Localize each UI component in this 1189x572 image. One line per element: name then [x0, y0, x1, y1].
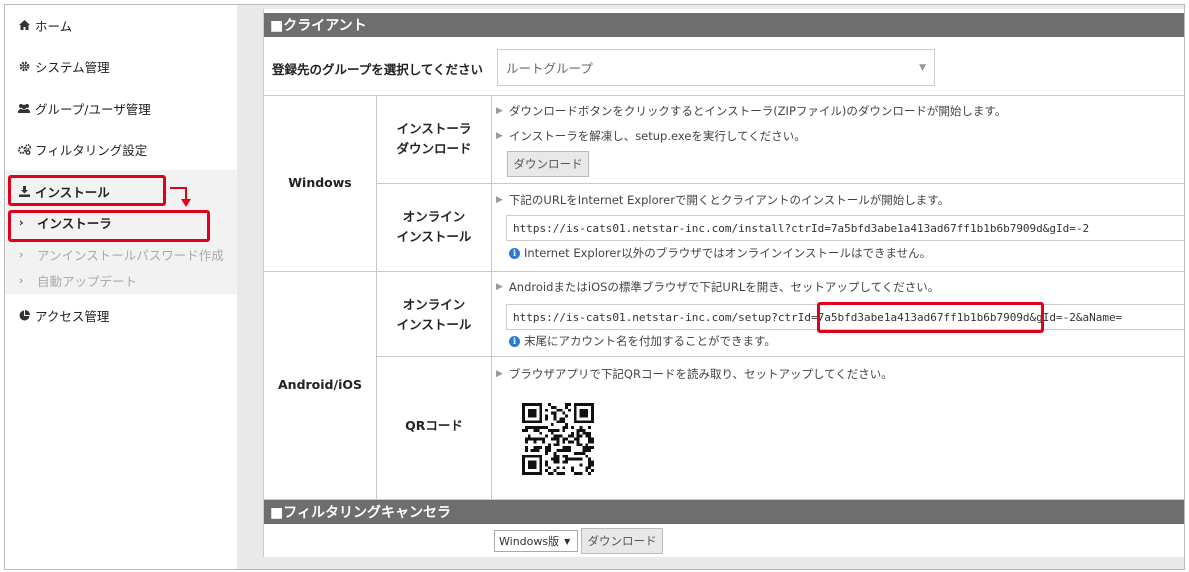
- title-line: インストール: [396, 229, 472, 244]
- group-select[interactable]: ルートグループ ▼: [497, 49, 935, 86]
- triangle-right-icon: ▶: [496, 369, 503, 379]
- hint-text: 下記のURLをInternet Explorerで開くとクライアントのインストー…: [508, 193, 950, 207]
- chevron-right-icon: ›: [19, 247, 24, 261]
- sidebar-item-system[interactable]: システム管理: [5, 46, 237, 86]
- hint-text: AndroidまたはiOSの標準ブラウザで下記URLを開き、セットアップしてくだ…: [508, 280, 940, 294]
- main-area: ■クライアント 登録先のグループを選択してください ルートグループ ▼ Wind…: [237, 5, 1184, 569]
- triangle-right-icon: ▶: [496, 106, 503, 116]
- divider: [491, 95, 492, 499]
- info-icon: i: [509, 335, 520, 347]
- qr-code-image: [522, 403, 594, 475]
- info-icon: i: [509, 247, 520, 259]
- sidebar: ホーム システム管理 グループ/ユーザ管理 フィルタリング設定 › インストーラ: [5, 5, 237, 569]
- content-panel: ■クライアント 登録先のグループを選択してください ルートグループ ▼ Wind…: [263, 9, 1184, 557]
- installer-download-title: インストーラ ダウンロード: [377, 119, 491, 159]
- mobile-install-note: i 末尾にアカウント名を付加することができます。: [509, 333, 776, 349]
- os-select[interactable]: Windows版 ▼: [494, 530, 578, 552]
- sidebar-item-filtering[interactable]: フィルタリング設定: [5, 129, 237, 169]
- hint-text: ブラウザアプリで下記QRコードを読み取り、セットアップしてください。: [508, 367, 893, 381]
- sidebar-subitem-label: 自動アップデート: [37, 273, 138, 289]
- android-ios-label: Android/iOS: [278, 377, 362, 392]
- sidebar-item-label: フィルタリング設定: [35, 142, 148, 158]
- mobile-online-install-title: オンライン インストール: [377, 295, 491, 335]
- title-line: インストール: [396, 317, 472, 332]
- triangle-right-icon: ▶: [496, 131, 503, 141]
- hint-text: ダウンロードボタンをクリックするとインストーラ(ZIPファイル)のダウンロードが…: [508, 104, 1007, 118]
- gears-icon: [17, 143, 31, 155]
- sidebar-subitem-auto-update[interactable]: › 自動アップデート: [5, 267, 237, 293]
- triangle-right-icon: ▶: [496, 195, 503, 205]
- sidebar-item-group-user[interactable]: グループ/ユーザ管理: [5, 88, 237, 128]
- home-icon: [17, 20, 31, 30]
- pie-chart-icon: [17, 309, 31, 321]
- windows-online-install-hint: ▶ 下記のURLをInternet Explorerで開くとクライアントのインス…: [496, 192, 949, 208]
- group-select-label: 登録先のグループを選択してください: [272, 62, 484, 77]
- app-frame: ホーム システム管理 グループ/ユーザ管理 フィルタリング設定 › インストーラ: [4, 4, 1185, 570]
- mobile-online-install-hint: ▶ AndroidまたはiOSの標準ブラウザで下記URLを開き、セットアップして…: [496, 279, 939, 295]
- windows-label: Windows: [288, 175, 352, 190]
- client-section-header: ■クライアント: [264, 13, 1184, 37]
- divider: [264, 95, 1184, 96]
- title-line: ダウンロード: [396, 141, 472, 156]
- windows-install-note: i Internet Explorer以外のブラウザではオンラインインストールは…: [509, 245, 931, 261]
- chevron-right-icon: ›: [19, 273, 24, 287]
- title-line: オンライン: [402, 297, 466, 312]
- installer-download-hint-2: ▶ インストーラを解凍し、setup.exeを実行してください。: [496, 128, 806, 144]
- windows-online-install-title: オンライン インストール: [377, 207, 491, 247]
- windows-install-url-field[interactable]: https://is-cats01.netstar-inc.com/instal…: [506, 215, 1184, 241]
- qr-code-title: QRコード: [405, 418, 463, 433]
- os-select-value: Windows版: [499, 535, 560, 548]
- note-text: 末尾にアカウント名を付加することができます。: [524, 334, 776, 348]
- divider: [264, 271, 1184, 272]
- gear-icon: [17, 61, 31, 72]
- sidebar-item-label: アクセス管理: [35, 308, 110, 324]
- sidebar-item-label: ホーム: [35, 18, 73, 34]
- arrow-annotation-icon: [170, 187, 191, 207]
- sidebar-item-home[interactable]: ホーム: [5, 5, 237, 45]
- note-text: Internet Explorer以外のブラウザではオンラインインストールはでき…: [524, 246, 932, 260]
- divider: [376, 183, 1184, 184]
- sidebar-item-label: グループ/ユーザ管理: [35, 101, 151, 117]
- installer-download-button[interactable]: ダウンロード: [507, 151, 589, 177]
- title-line: オンライン: [402, 209, 466, 224]
- divider: [376, 356, 1184, 357]
- sidebar-subitem-uninstall-password[interactable]: › アンインストールパスワード作成: [5, 241, 237, 267]
- users-icon: [17, 103, 31, 113]
- triangle-right-icon: ▶: [496, 282, 503, 292]
- hint-text: インストーラを解凍し、setup.exeを実行してください。: [508, 129, 806, 143]
- sidebar-item-access[interactable]: アクセス管理: [5, 295, 237, 335]
- qr-code-hint: ▶ ブラウザアプリで下記QRコードを読み取り、セットアップしてください。: [496, 366, 893, 382]
- group-select-value: ルートグループ: [506, 61, 593, 76]
- caret-down-icon: ▼: [919, 62, 926, 73]
- highlight-install-box: [8, 175, 166, 206]
- canceller-download-button[interactable]: ダウンロード: [581, 528, 663, 554]
- canceller-section-header: ■フィルタリングキャンセラ: [264, 500, 1184, 524]
- installer-download-hint-1: ▶ ダウンロードボタンをクリックするとインストーラ(ZIPファイル)のダウンロー…: [496, 103, 1006, 119]
- caret-down-icon: ▼: [564, 536, 571, 546]
- sidebar-item-label: システム管理: [35, 59, 110, 75]
- highlight-ctrid-box: [817, 302, 1044, 333]
- title-line: インストーラ: [396, 121, 472, 136]
- sidebar-subitem-label: アンインストールパスワード作成: [37, 247, 224, 263]
